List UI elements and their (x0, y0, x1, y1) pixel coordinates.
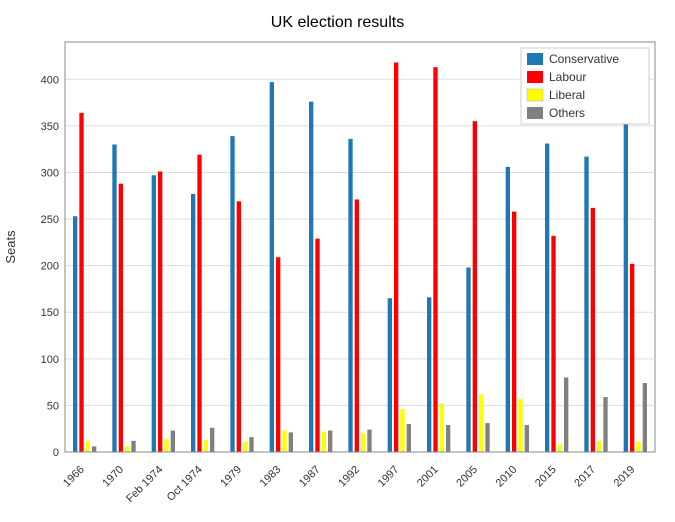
svg-text:Feb 1974: Feb 1974 (124, 464, 165, 505)
svg-text:1987: 1987 (297, 464, 323, 490)
svg-text:100: 100 (41, 354, 59, 366)
svg-text:1979: 1979 (218, 464, 244, 490)
svg-text:0: 0 (53, 447, 59, 459)
svg-text:2017: 2017 (572, 464, 598, 490)
svg-text:Seats: Seats (3, 230, 18, 264)
svg-text:2019: 2019 (612, 464, 638, 490)
svg-text:2005: 2005 (454, 464, 480, 490)
svg-text:300: 300 (41, 167, 59, 179)
svg-text:Labour: Labour (549, 70, 586, 84)
svg-text:2001: 2001 (415, 464, 441, 490)
svg-text:400: 400 (41, 74, 59, 86)
svg-text:1997: 1997 (376, 464, 402, 490)
svg-text:150: 150 (41, 307, 59, 319)
svg-text:1983: 1983 (258, 464, 284, 490)
svg-text:Conservative: Conservative (549, 52, 619, 66)
svg-text:250: 250 (41, 214, 59, 226)
svg-text:1992: 1992 (336, 464, 362, 490)
chart-container: UK election results 0 50 100 150 200 250 300 35… (0, 0, 675, 520)
svg-text:1970: 1970 (100, 464, 126, 490)
svg-text:350: 350 (41, 121, 59, 133)
svg-text:Liberal: Liberal (549, 88, 585, 102)
svg-text:Oct 1974: Oct 1974 (165, 464, 205, 504)
chart-title: UK election results (0, 0, 675, 32)
svg-text:1966: 1966 (61, 464, 87, 490)
svg-text:Others: Others (549, 106, 585, 120)
chart-svg: 0 50 100 150 200 250 300 350 400 Seats 1966 1970Feb… (0, 32, 675, 522)
svg-text:200: 200 (41, 261, 59, 273)
svg-text:2015: 2015 (533, 464, 559, 490)
svg-text:50: 50 (47, 400, 59, 412)
svg-text:2010: 2010 (494, 464, 520, 490)
